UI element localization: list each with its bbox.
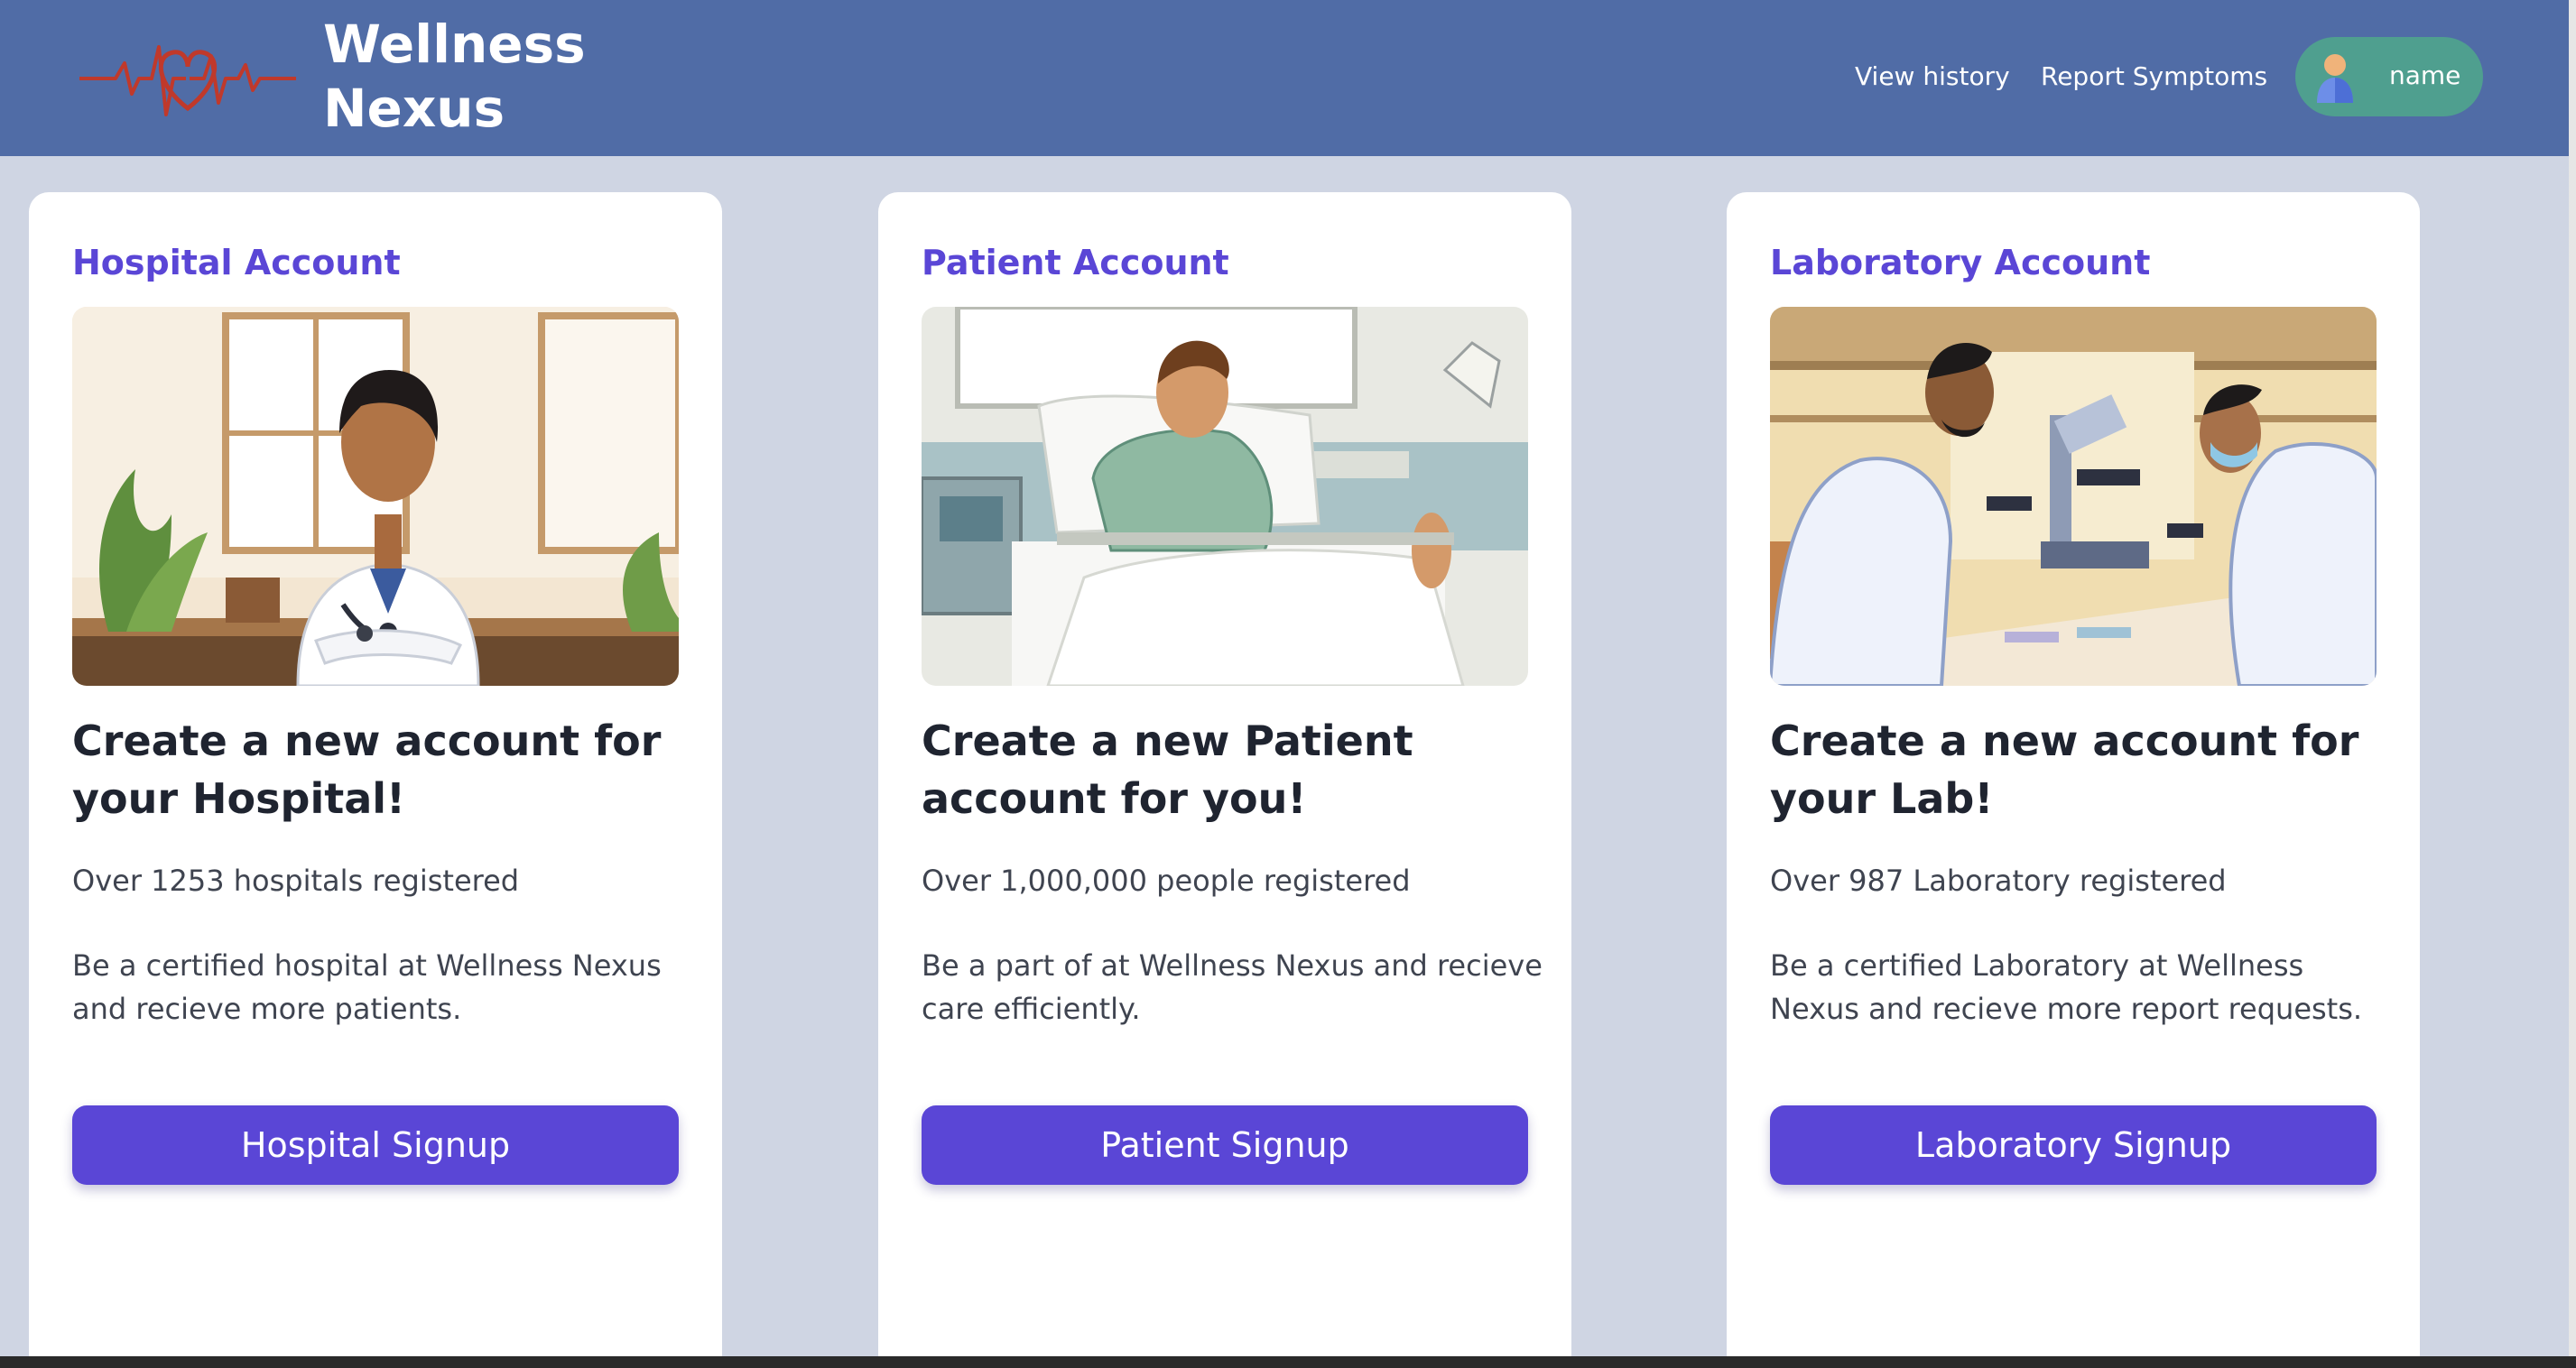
card-heading: Create a new account for your Lab!: [1770, 716, 2359, 823]
patient-in-bed-illustration: [922, 307, 1528, 686]
vertical-scrollbar[interactable]: [2569, 0, 2576, 1368]
brand-title[interactable]: Wellness Nexus: [323, 13, 586, 141]
card-description: Be a certified hospital at Wellness Nexu…: [72, 948, 662, 1026]
nav-report-symptoms[interactable]: Report Symptoms: [2041, 56, 2267, 97]
card-heading: Create a new Patient account for you!: [922, 716, 1413, 823]
hospital-signup-button[interactable]: Hospital Signup: [72, 1105, 679, 1185]
patient-account-card: Patient Account Create a new Patient acc…: [878, 192, 1571, 1365]
card-stat: Over 1253 hospitals registered: [72, 864, 520, 898]
heartbeat-heart-icon[interactable]: [79, 29, 296, 128]
card-title: Hospital Account: [72, 243, 401, 282]
profile-button[interactable]: name: [2295, 37, 2483, 116]
lab-scientists-illustration: [1770, 307, 2377, 686]
card-stat: Over 987 Laboratory registered: [1770, 864, 2227, 898]
brand-line-1: Wellness: [323, 14, 586, 75]
card-description: Be a part of at Wellness Nexus and recie…: [922, 948, 1543, 1026]
laboratory-account-card: Laboratory Account Create a new account …: [1727, 192, 2420, 1365]
card-description: Be a certified Laboratory at Wellness Ne…: [1770, 948, 2363, 1026]
taskbar-edge: [0, 1356, 2576, 1368]
card-title: Patient Account: [922, 243, 1229, 282]
card-stat: Over 1,000,000 people registered: [922, 864, 1411, 898]
brand-line-2: Nexus: [323, 78, 505, 139]
user-avatar-icon: [2313, 49, 2366, 105]
hospital-account-card: Hospital Account Create a new account fo…: [29, 192, 722, 1365]
laboratory-signup-button[interactable]: Laboratory Signup: [1770, 1105, 2377, 1185]
patient-signup-button[interactable]: Patient Signup: [922, 1105, 1528, 1185]
profile-name: name: [2389, 60, 2461, 90]
top-navbar: Wellness Nexus View history Report Sympt…: [0, 0, 2569, 156]
card-title: Laboratory Account: [1770, 243, 2151, 282]
nav-view-history[interactable]: View history: [1855, 56, 2010, 97]
doctor-illustration: [72, 307, 679, 686]
card-heading: Create a new account for your Hospital!: [72, 716, 662, 823]
